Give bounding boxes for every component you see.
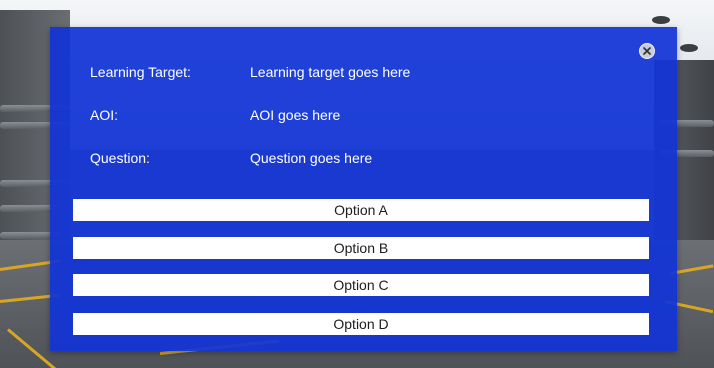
option-d-button[interactable]: Option D xyxy=(73,313,649,335)
lamp-post-light xyxy=(680,44,698,52)
learning-target-value: Learning target goes here xyxy=(250,64,411,80)
learning-target-row: Learning Target: Learning target goes he… xyxy=(90,61,650,83)
option-c-button[interactable]: Option C xyxy=(73,274,649,296)
option-b-button[interactable]: Option B xyxy=(73,237,649,259)
question-dialog: Learning Target: Learning target goes he… xyxy=(50,27,677,351)
option-a-button[interactable]: Option A xyxy=(73,199,649,221)
close-button[interactable] xyxy=(639,43,655,59)
aoi-value: AOI goes here xyxy=(250,107,341,123)
learning-target-label: Learning Target: xyxy=(90,64,191,80)
question-label: Question: xyxy=(90,150,150,166)
aoi-label: AOI: xyxy=(90,107,119,123)
aoi-row: AOI: AOI goes here xyxy=(90,104,650,126)
lamp-post-light xyxy=(652,16,670,24)
question-value: Question goes here xyxy=(250,150,373,166)
question-row: Question: Question goes here xyxy=(90,147,650,169)
